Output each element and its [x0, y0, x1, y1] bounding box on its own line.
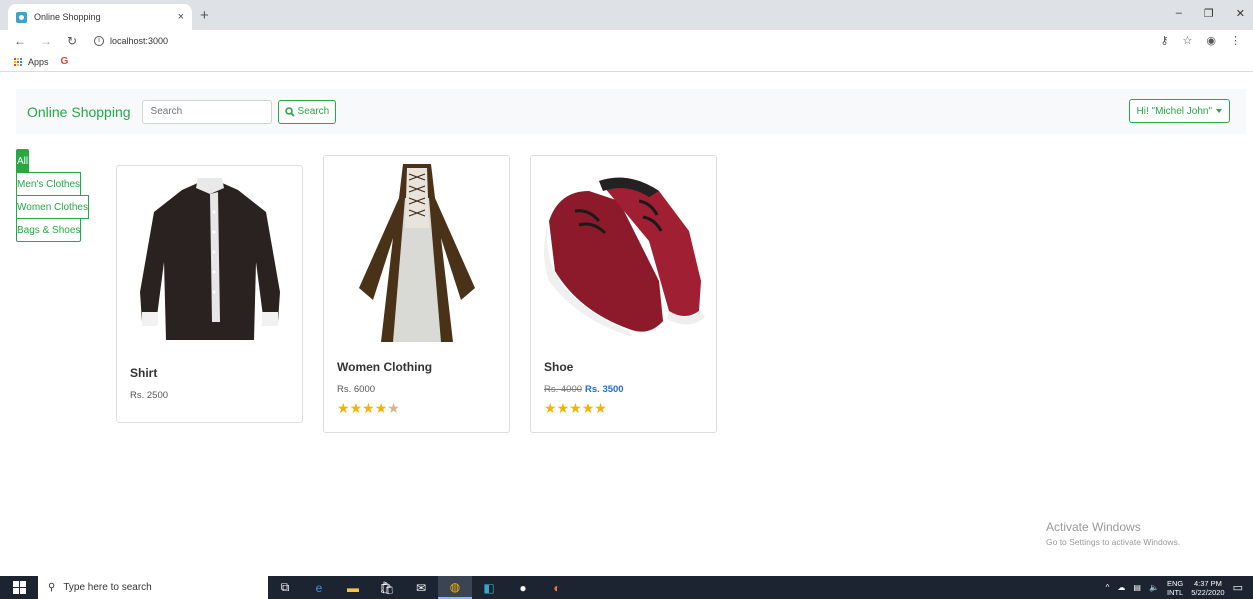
vscode-icon[interactable]: ◧	[472, 576, 506, 599]
key-icon[interactable]: ⚷	[1160, 34, 1168, 47]
category-women-clothes[interactable]: Women Clothes	[16, 195, 89, 219]
menu-kebab-icon[interactable]: ⋮	[1230, 34, 1241, 47]
windows-logo-icon	[12, 581, 26, 594]
lang-bottom: INTL	[1166, 587, 1184, 597]
apps-grid-icon[interactable]	[14, 57, 22, 66]
brand-link[interactable]: Online Shopping	[27, 104, 131, 120]
product-price: Rs. 6000	[337, 384, 376, 395]
bookmark-apps[interactable]: Apps	[28, 57, 49, 67]
start-button[interactable]	[0, 576, 38, 599]
volume-icon[interactable]: 🔈	[1149, 583, 1159, 592]
profile-icon[interactable]: ◉	[1206, 34, 1216, 47]
user-menu-label: Hi! "Michel John"	[1136, 105, 1212, 117]
product-title[interactable]: Shirt	[130, 366, 302, 380]
file-explorer-icon[interactable]: ▬	[336, 576, 370, 599]
browser-tab-strip: Online Shopping × + – ❐ ✕	[0, 0, 1253, 30]
task-view-icon[interactable]: ⧉	[268, 576, 302, 599]
search-button-label: Search	[297, 106, 330, 117]
watermark-subtitle: Go to Settings to activate Windows.	[1046, 537, 1181, 547]
cloud-icon[interactable]: ☁	[1117, 583, 1125, 592]
system-tray: ^ ☁ ▤ 🔈 ENG INTL 4:37 PM 5/22/2020 ▭	[1106, 576, 1243, 599]
user-menu-button[interactable]: Hi! "Michel John"	[1128, 99, 1230, 123]
star-icon: ★	[337, 400, 350, 416]
search-icon: ⚲	[48, 582, 56, 593]
chrome-icon[interactable]: ◍	[438, 576, 472, 599]
minimize-icon[interactable]: –	[1176, 7, 1182, 20]
search-input[interactable]	[141, 99, 272, 124]
product-image-shirt	[117, 166, 302, 348]
star-icon: ★	[362, 400, 375, 416]
taskbar-search-text: Type here to search	[63, 582, 152, 593]
chevron-up-icon[interactable]: ^	[1106, 583, 1110, 592]
new-tab-icon[interactable]: +	[200, 7, 209, 24]
product-card[interactable]: Women Clothing Rs. 6000 ★★★★★	[323, 155, 510, 433]
old-price: Rs. 4000	[544, 384, 583, 395]
address-bar[interactable]: i localhost:3000	[94, 36, 168, 46]
close-window-icon[interactable]: ✕	[1236, 7, 1245, 20]
star-icon: ★	[374, 400, 388, 416]
clock-time: 4:37 PM	[1193, 578, 1222, 588]
google-icon[interactable]: G	[61, 56, 69, 67]
clock[interactable]: 4:37 PM 5/22/2020	[1191, 579, 1224, 597]
category-bags-shoes[interactable]: Bags & Shoes	[16, 218, 82, 242]
star-icon: ★	[569, 400, 582, 416]
window-controls: – ❐ ✕	[1176, 7, 1245, 20]
star-icon: ★	[349, 400, 363, 416]
product-rating: ★★★★★	[337, 400, 509, 417]
star-icon: ★	[556, 400, 570, 416]
restore-icon[interactable]: ❐	[1204, 7, 1214, 20]
reload-icon[interactable]: ↻	[66, 34, 78, 48]
star-icon: ★	[594, 400, 607, 416]
product-title[interactable]: Women Clothing	[337, 360, 509, 374]
back-icon[interactable]: ←	[14, 34, 26, 48]
network-icon[interactable]: ▤	[1133, 583, 1141, 592]
windows-taskbar: ⚲ Type here to search ⧉ e ▬ 🛍 ✉ ◍ ◧ ● ◐ …	[0, 576, 1253, 599]
address-bar-row: ← → ↻ i localhost:3000 ⚷ ☆ ◉ ⋮	[0, 30, 1253, 52]
app-icon[interactable]: ●	[506, 576, 540, 599]
product-card[interactable]: Shoe Rs. 4000 Rs. 3500 ★★★★★	[530, 155, 717, 433]
store-icon[interactable]: 🛍	[370, 576, 404, 599]
product-price: Rs. 4000 Rs. 3500	[544, 384, 716, 395]
product-image-shoe	[531, 156, 716, 346]
search-button[interactable]: Search	[277, 99, 337, 124]
lang-top: ENG	[1166, 578, 1184, 588]
category-mens-clothes[interactable]: Men's Clothes	[16, 172, 82, 196]
browser-tab[interactable]: Online Shopping ×	[8, 4, 192, 30]
caret-down-icon	[1216, 109, 1222, 113]
star-half-icon: ★	[387, 400, 400, 416]
app-navbar: Online Shopping Search Hi! "Michel John"	[16, 89, 1246, 134]
tab-close-icon[interactable]: ×	[178, 11, 184, 23]
bookmarks-bar: Apps G	[0, 52, 1253, 72]
watermark-title: Activate Windows	[1046, 520, 1141, 534]
product-title[interactable]: Shoe	[544, 360, 716, 374]
activate-windows-watermark: Activate Windows Go to Settings to activ…	[1046, 520, 1180, 547]
taskbar-search-box[interactable]: ⚲ Type here to search	[38, 576, 268, 599]
language-indicator[interactable]: ENG INTL	[1167, 579, 1183, 597]
search-icon	[284, 106, 295, 117]
mail-icon[interactable]: ✉	[404, 576, 438, 599]
forward-icon[interactable]: →	[40, 34, 52, 48]
edge-icon[interactable]: e	[302, 576, 336, 599]
bookmark-star-icon[interactable]: ☆	[1183, 34, 1193, 47]
product-image-dress	[324, 156, 509, 346]
firefox-icon[interactable]: ◐	[540, 576, 574, 599]
site-info-icon[interactable]: i	[94, 36, 104, 46]
star-icon: ★	[581, 400, 595, 416]
sale-price: Rs. 3500	[585, 384, 624, 395]
app-favicon-icon	[16, 11, 27, 23]
url-text: localhost:3000	[110, 36, 169, 46]
tab-title: Online Shopping	[34, 12, 101, 22]
star-icon: ★	[544, 400, 557, 416]
browser-tools: ⚷ ☆ ◉ ⋮	[1160, 34, 1241, 47]
category-list: All Men's Clothes Women Clothes Bags & S…	[16, 149, 106, 242]
clock-date: 5/22/2020	[1191, 587, 1225, 597]
product-price: Rs. 2500	[130, 390, 169, 401]
notifications-icon[interactable]: ▭	[1233, 581, 1243, 594]
category-all[interactable]: All	[16, 149, 30, 173]
product-rating: ★★★★★	[544, 400, 716, 417]
product-card[interactable]: Shirt Rs. 2500	[116, 165, 303, 423]
